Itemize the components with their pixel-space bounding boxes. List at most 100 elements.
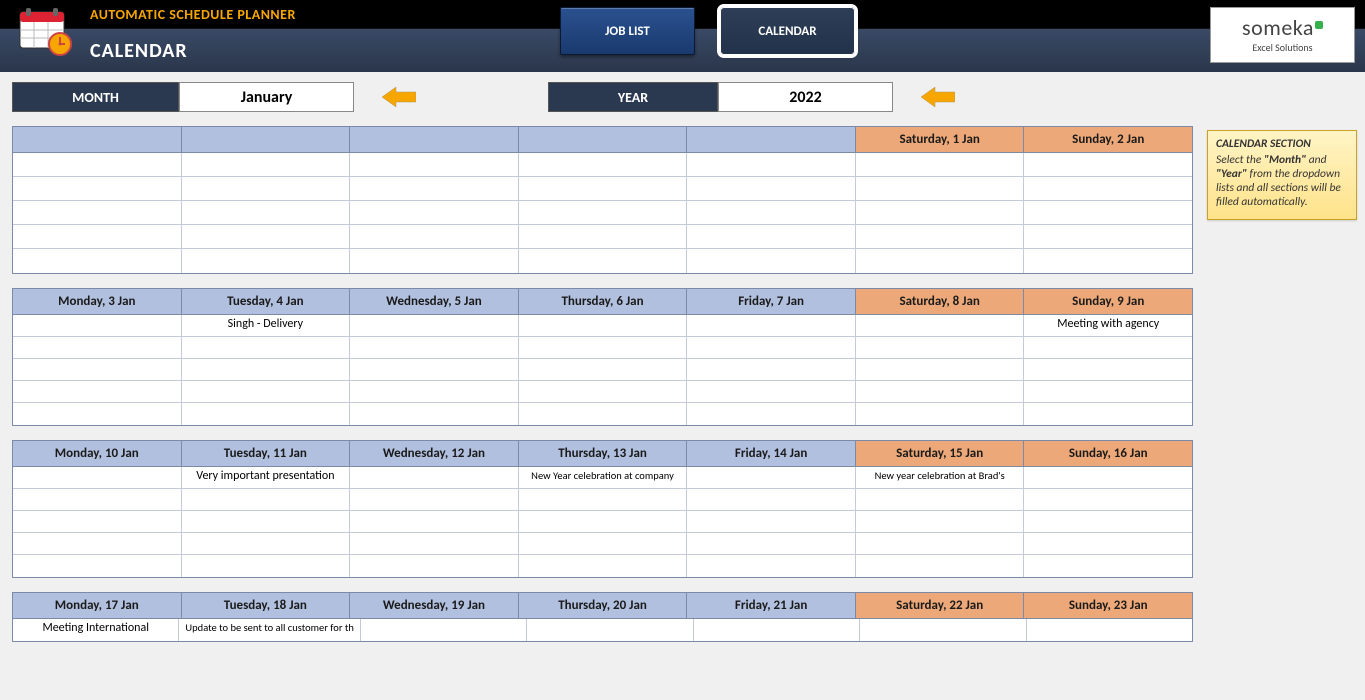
event-slot[interactable]: [519, 177, 687, 201]
event-slot[interactable]: [1024, 359, 1192, 381]
event-slot[interactable]: [182, 533, 350, 555]
event-slot[interactable]: [13, 201, 181, 225]
event-slot[interactable]: [1024, 489, 1192, 511]
event-slot[interactable]: Update to be sent to all customer for th: [179, 619, 359, 641]
event-slot[interactable]: [687, 201, 855, 225]
event-slot[interactable]: [1024, 249, 1192, 273]
event-slot[interactable]: [182, 201, 350, 225]
event-slot[interactable]: [350, 403, 518, 425]
event-slot[interactable]: [519, 225, 687, 249]
event-slot[interactable]: [350, 177, 518, 201]
event-slot[interactable]: [13, 511, 181, 533]
event-slot[interactable]: [350, 533, 518, 555]
event-slot[interactable]: [13, 359, 181, 381]
event-slot[interactable]: [350, 337, 518, 359]
event-slot[interactable]: [1024, 381, 1192, 403]
event-slot[interactable]: [1024, 337, 1192, 359]
event-slot[interactable]: [1024, 403, 1192, 425]
event-slot[interactable]: [350, 201, 518, 225]
event-slot[interactable]: [856, 511, 1024, 533]
event-slot[interactable]: [1024, 511, 1192, 533]
event-slot[interactable]: [856, 249, 1024, 273]
event-slot[interactable]: [182, 381, 350, 403]
event-slot[interactable]: [856, 201, 1024, 225]
event-slot[interactable]: [687, 511, 855, 533]
event-slot[interactable]: [687, 381, 855, 403]
event-slot[interactable]: [182, 489, 350, 511]
event-slot[interactable]: [519, 533, 687, 555]
event-slot[interactable]: [350, 467, 518, 489]
event-slot[interactable]: [1024, 555, 1192, 577]
event-slot[interactable]: [687, 403, 855, 425]
event-slot[interactable]: [856, 533, 1024, 555]
event-slot[interactable]: [13, 555, 181, 577]
event-slot[interactable]: [856, 177, 1024, 201]
event-slot[interactable]: [687, 467, 855, 489]
event-slot[interactable]: [350, 381, 518, 403]
event-slot[interactable]: [182, 177, 350, 201]
event-slot[interactable]: [13, 315, 181, 337]
event-slot[interactable]: [182, 511, 350, 533]
event-slot[interactable]: [182, 555, 350, 577]
event-slot[interactable]: [519, 381, 687, 403]
event-slot[interactable]: [519, 153, 687, 177]
event-slot[interactable]: [350, 315, 518, 337]
event-slot[interactable]: [519, 315, 687, 337]
event-slot[interactable]: [350, 225, 518, 249]
event-slot[interactable]: [182, 337, 350, 359]
event-slot[interactable]: [13, 489, 181, 511]
event-slot[interactable]: [519, 359, 687, 381]
event-slot[interactable]: [519, 249, 687, 273]
event-slot[interactable]: [182, 359, 350, 381]
event-slot[interactable]: [856, 337, 1024, 359]
event-slot[interactable]: [856, 359, 1024, 381]
event-slot[interactable]: [182, 153, 350, 177]
event-slot[interactable]: [687, 533, 855, 555]
event-slot[interactable]: [856, 555, 1024, 577]
event-slot[interactable]: [687, 225, 855, 249]
event-slot[interactable]: [1024, 177, 1192, 201]
event-slot[interactable]: [856, 225, 1024, 249]
event-slot[interactable]: [350, 511, 518, 533]
event-slot[interactable]: Meeting with agency: [1024, 315, 1192, 337]
tab-job-list[interactable]: JOB LIST: [560, 7, 695, 55]
event-slot[interactable]: Meeting International: [13, 619, 178, 641]
event-slot[interactable]: [687, 249, 855, 273]
event-slot[interactable]: [856, 315, 1024, 337]
event-slot[interactable]: [13, 153, 181, 177]
event-slot[interactable]: [856, 489, 1024, 511]
event-slot[interactable]: [519, 201, 687, 225]
event-slot[interactable]: [13, 403, 181, 425]
month-dropdown[interactable]: January: [179, 82, 354, 112]
event-slot[interactable]: [13, 177, 181, 201]
event-slot[interactable]: [350, 489, 518, 511]
event-slot[interactable]: [350, 249, 518, 273]
event-slot[interactable]: [182, 403, 350, 425]
event-slot[interactable]: [687, 359, 855, 381]
event-slot[interactable]: [182, 225, 350, 249]
event-slot[interactable]: New year celebration at Brad's: [856, 467, 1024, 489]
event-slot[interactable]: [1024, 153, 1192, 177]
event-slot[interactable]: [13, 467, 181, 489]
event-slot[interactable]: [687, 315, 855, 337]
event-slot[interactable]: [13, 381, 181, 403]
event-slot[interactable]: [13, 249, 181, 273]
event-slot[interactable]: [182, 249, 350, 273]
event-slot[interactable]: New Year celebration at company: [519, 467, 687, 489]
event-slot[interactable]: [519, 489, 687, 511]
event-slot[interactable]: [519, 511, 687, 533]
event-slot[interactable]: [856, 403, 1024, 425]
event-slot[interactable]: [361, 619, 526, 641]
event-slot[interactable]: [1024, 533, 1192, 555]
event-slot[interactable]: [687, 153, 855, 177]
event-slot[interactable]: [856, 381, 1024, 403]
event-slot[interactable]: Singh - Delivery: [182, 315, 350, 337]
event-slot[interactable]: [856, 153, 1024, 177]
event-slot[interactable]: [694, 619, 859, 641]
event-slot[interactable]: [519, 555, 687, 577]
event-slot[interactable]: [1024, 467, 1192, 489]
event-slot[interactable]: [519, 337, 687, 359]
event-slot[interactable]: [687, 555, 855, 577]
event-slot[interactable]: [527, 619, 692, 641]
event-slot[interactable]: [350, 153, 518, 177]
